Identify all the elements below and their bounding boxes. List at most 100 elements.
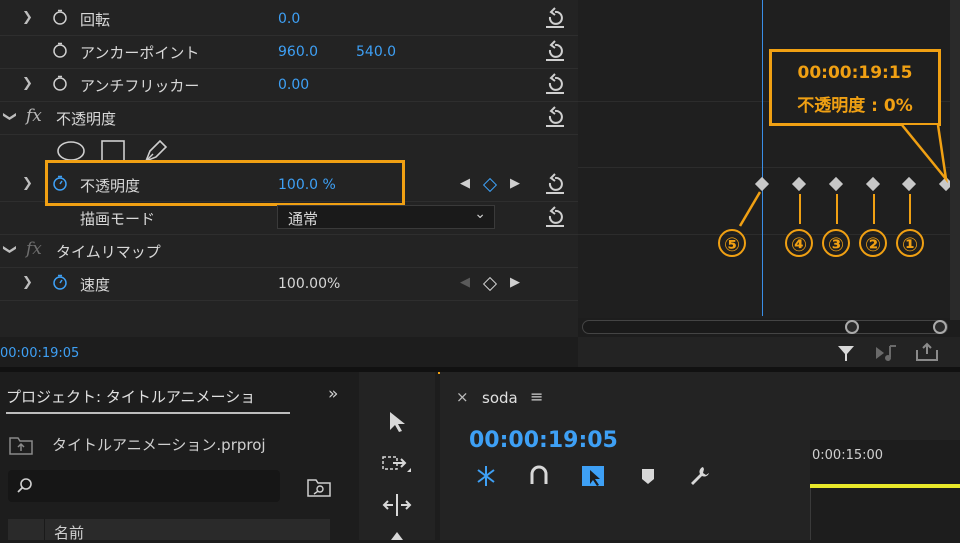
effect-label: 不透明度 — [56, 110, 117, 128]
anchor-y-value[interactable]: 540.0 — [356, 44, 396, 60]
stopwatch-icon[interactable] — [52, 75, 68, 91]
property-label: 描画モード — [80, 210, 156, 228]
search-icon — [17, 478, 32, 493]
property-label: アンチフリッカー — [80, 77, 200, 95]
expand-chevron-icon[interactable]: ❯ — [22, 76, 33, 91]
blend-mode-value: 通常 — [288, 210, 319, 228]
annotation-callout: 00:00:19:15 不透明度 : 0% — [769, 49, 941, 126]
sequence-tab-name[interactable]: soda — [482, 389, 518, 407]
anti-flicker-value[interactable]: 0.00 — [278, 77, 309, 93]
fx-icon[interactable]: fx — [26, 106, 42, 126]
keyframe[interactable] — [865, 176, 881, 192]
double-chevron-icon[interactable]: » — [328, 384, 338, 404]
callout-text: 不透明度 : 0% — [797, 96, 913, 116]
reset-icon[interactable] — [544, 106, 566, 128]
speed-value[interactable]: 100.00% — [278, 276, 340, 292]
reset-icon[interactable] — [544, 73, 566, 95]
reset-icon[interactable] — [544, 40, 566, 62]
opacity-highlight-box — [45, 160, 405, 206]
work-area-bar[interactable] — [810, 484, 960, 488]
vertical-scrollbar[interactable] — [950, 0, 960, 320]
keyframe-timeline: ⑤ ④ ③ ② ① 00:00:19:15 不透明度 : 0% — [578, 0, 954, 334]
column-divider — [44, 519, 45, 540]
divider — [578, 234, 950, 235]
reset-icon[interactable] — [544, 7, 566, 29]
divider — [578, 167, 950, 168]
property-label: 回転 — [80, 11, 111, 29]
stopwatch-icon[interactable] — [52, 9, 68, 25]
wrench-icon[interactable] — [688, 464, 712, 488]
tools-panel — [359, 372, 435, 540]
prev-keyframe-icon[interactable]: ◀ — [460, 176, 470, 191]
project-file-name: タイトルアニメーション.prproj — [52, 436, 266, 454]
expand-chevron-icon[interactable]: ❯ — [22, 275, 33, 290]
marker-3: ③ — [822, 229, 850, 257]
nest-sequence-icon[interactable] — [474, 464, 498, 488]
stopwatch-active-icon[interactable] — [52, 274, 68, 290]
ec-footer — [578, 337, 960, 367]
property-row-anchor-point: アンカーポイント 960.0 540.0 — [0, 35, 578, 69]
scroll-handle-left[interactable] — [845, 320, 859, 334]
blend-mode-select[interactable]: 通常 ⌄ — [277, 205, 495, 229]
keyframe[interactable] — [791, 176, 807, 192]
export-icon[interactable] — [914, 342, 940, 362]
ruler-tick — [810, 488, 811, 540]
property-row-rotation: ❯ 回転 0.0 — [0, 2, 578, 36]
next-keyframe-icon[interactable]: ▶ — [510, 176, 520, 191]
stopwatch-icon[interactable] — [52, 42, 68, 58]
effect-controls-panel: ❯ 回転 0.0 アンカーポイント 960.0 540.0 ❯ アンチフリッカー… — [0, 0, 578, 361]
fx-icon: fx — [26, 239, 42, 259]
effect-row-opacity: ❯ fx 不透明度 — [0, 101, 578, 135]
expand-chevron-icon[interactable]: ❯ — [22, 10, 33, 25]
marker-5: ⑤ — [718, 229, 746, 257]
effect-label: タイムリマップ — [56, 243, 161, 261]
next-keyframe-icon[interactable]: ▶ — [510, 275, 520, 290]
keyframe[interactable] — [828, 176, 844, 192]
search-input[interactable] — [8, 470, 280, 502]
prev-keyframe-icon[interactable]: ◀ — [460, 275, 470, 290]
linked-selection-icon[interactable] — [580, 464, 606, 488]
callout-pointer — [901, 124, 948, 183]
play-audio-icon[interactable] — [874, 343, 900, 363]
annotation-line — [873, 194, 875, 224]
sequence-timecode[interactable]: 00:00:19:05 — [469, 428, 618, 453]
ripple-edit-tool-icon[interactable] — [381, 492, 413, 518]
annotation-line — [836, 194, 838, 224]
collapse-chevron-icon[interactable]: ❯ — [2, 111, 17, 122]
keyframe[interactable] — [754, 176, 770, 192]
project-tab-title[interactable]: プロジェクト: タイトルアニメーショ — [6, 386, 255, 407]
add-keyframe-icon[interactable] — [482, 177, 498, 193]
razor-tool-icon[interactable] — [389, 530, 405, 540]
annotation-line — [738, 191, 762, 227]
rotation-value[interactable]: 0.0 — [278, 11, 300, 27]
menu-icon[interactable]: ≡ — [530, 387, 543, 406]
new-bin-search-icon[interactable] — [306, 476, 332, 498]
timeline-scrollbar[interactable] — [582, 320, 948, 334]
selection-tool-icon[interactable] — [387, 410, 409, 434]
collapse-chevron-icon[interactable]: ❯ — [2, 244, 17, 255]
current-time-readout[interactable]: 00:00:19:05 — [0, 346, 79, 361]
anchor-x-value[interactable]: 960.0 — [278, 44, 318, 60]
snap-magnet-icon[interactable] — [528, 464, 550, 488]
add-keyframe-icon[interactable] — [482, 276, 498, 292]
reset-icon[interactable] — [544, 206, 566, 228]
close-icon[interactable]: × — [456, 388, 469, 406]
property-row-anti-flicker: ❯ アンチフリッカー 0.00 — [0, 68, 578, 102]
marker-2: ② — [859, 229, 887, 257]
ellipse-mask-icon[interactable] — [56, 140, 86, 162]
annotation-line — [799, 194, 801, 224]
effect-row-time-remap: ❯ fx タイムリマップ — [0, 234, 578, 268]
project-panel: プロジェクト: タイトルアニメーショ » タイトルアニメーション.prproj … — [0, 372, 350, 542]
property-label: 速度 — [80, 276, 111, 294]
property-label: アンカーポイント — [80, 44, 200, 62]
reset-icon[interactable] — [544, 173, 566, 195]
folder-up-icon[interactable] — [8, 434, 34, 456]
playhead-line[interactable] — [762, 0, 763, 316]
scroll-handle-right[interactable] — [933, 320, 947, 334]
filter-icon[interactable] — [836, 343, 856, 363]
expand-chevron-icon[interactable]: ❯ — [22, 176, 33, 191]
timeline-panel: × soda ≡ 00:00:19:05 0:00:15:00 — [440, 372, 960, 540]
timeline-ruler[interactable]: 0:00:15:00 — [810, 440, 960, 540]
track-select-tool-icon[interactable] — [381, 452, 413, 476]
add-marker-icon[interactable] — [640, 467, 656, 487]
